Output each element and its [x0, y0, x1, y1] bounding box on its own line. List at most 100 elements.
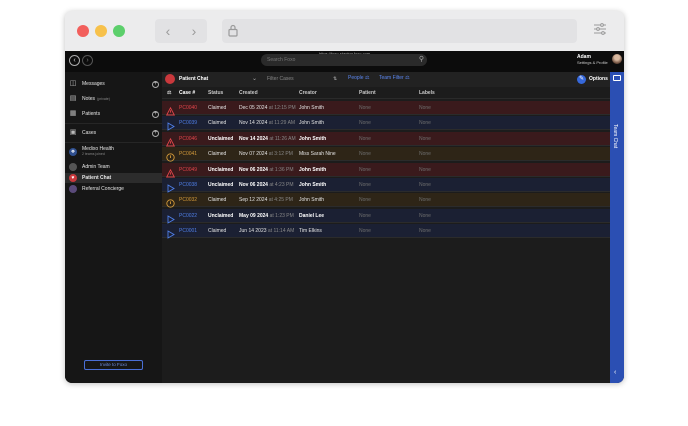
- case-creator: John Smith: [299, 166, 327, 173]
- created-date: Jun 14 2023: [239, 228, 267, 235]
- forward-arrow-icon[interactable]: ›: [181, 19, 207, 43]
- case-creator: John Smith: [299, 197, 325, 204]
- minimize-window-button[interactable]: [95, 25, 107, 37]
- case-patient: None: [359, 228, 371, 235]
- people-filter-button[interactable]: People ⚖: [348, 75, 369, 81]
- search-icon[interactable]: ⚲: [419, 56, 424, 64]
- case-number[interactable]: PC0038: [179, 182, 197, 188]
- case-labels: None: [419, 212, 431, 219]
- case-created: Jun 14 2023 at 11:14 AM: [239, 228, 294, 234]
- notes-icon: ▤: [69, 95, 77, 102]
- case-patient: None: [359, 166, 371, 173]
- team-referral-concierge[interactable]: Referral Concierge: [65, 184, 162, 194]
- column-case[interactable]: Case #: [179, 90, 195, 96]
- maximize-window-button[interactable]: [113, 25, 125, 37]
- table-row[interactable]: PC0022 Unclaimed May 09 2024 at 1:23 PM Dan…: [162, 208, 610, 224]
- back-button[interactable]: ‹: [69, 55, 80, 66]
- pencil-icon: ✎: [577, 75, 586, 84]
- column-patient[interactable]: Patient: [359, 90, 376, 96]
- case-creator: Daniel Lee: [299, 212, 325, 219]
- created-time: at 4:25 PM: [268, 197, 293, 204]
- created-time: at 4:23 PM: [269, 182, 294, 188]
- divider: [65, 142, 162, 143]
- case-patient: None: [359, 151, 371, 158]
- case-number[interactable]: PC0040: [179, 105, 197, 111]
- app-topbar: ‹ › https://foxo-staging.foxo.com Search…: [65, 51, 624, 72]
- patients-icon: ▦: [69, 110, 77, 117]
- sidebar-item-label: Patients: [82, 111, 101, 117]
- team-filter-label: Team Filter: [379, 75, 404, 81]
- chat-icon: [613, 75, 621, 81]
- back-arrow-icon[interactable]: ‹: [155, 19, 181, 43]
- expand-rail-icon[interactable]: ‹: [614, 369, 616, 376]
- filter-column-icon[interactable]: ⚖: [167, 90, 171, 96]
- case-patient: None: [359, 212, 371, 219]
- team-admin-team[interactable]: Admin Team: [65, 162, 162, 172]
- team-icon: [69, 185, 77, 193]
- workspace-medixo-health[interactable]: ❖ Medixo Health 2 teams joined: [65, 145, 162, 159]
- team-selector-label[interactable]: Patient Chat: [179, 76, 208, 82]
- team-chat-rail[interactable]: Team Chat ‹: [610, 72, 624, 383]
- table-row[interactable]: PC0032 Claimed Sep 12 2024 at 4:25 PM John …: [162, 193, 610, 209]
- add-patient-button[interactable]: +: [152, 110, 159, 118]
- team-filter-button[interactable]: Team Filter ⚖: [379, 75, 410, 81]
- case-creator: Tim Elkins: [299, 228, 322, 235]
- foxo-app: ‹ › https://foxo-staging.foxo.com Search…: [65, 51, 624, 383]
- created-date: Nov 06 2024: [239, 166, 268, 173]
- case-creator: Miss Sarah Nine: [299, 151, 336, 158]
- add-message-button[interactable]: +: [152, 80, 159, 88]
- sliders-menu-icon[interactable]: [593, 23, 607, 35]
- table-row[interactable]: PC0049 Unclaimed Nov 06 2024 at 1:36 PM Joh…: [162, 162, 610, 178]
- table-row[interactable]: PC0040 Claimed Dec 05 2024 at 12:15 PM John…: [162, 101, 610, 116]
- forward-button[interactable]: ›: [82, 55, 93, 66]
- sidebar-item-cases[interactable]: ▣ Cases +: [65, 127, 162, 139]
- sort-az-icon[interactable]: ⇅: [333, 76, 337, 82]
- team-label: Patient Chat: [82, 175, 112, 181]
- table-row[interactable]: PC0041 Claimed Nov 07 2024 at 3:12 PM Miss …: [162, 147, 610, 162]
- sidebar-item-label: Cases: [82, 130, 97, 136]
- sidebar-item-patients[interactable]: ▦ Patients +: [65, 108, 162, 120]
- user-settings-link[interactable]: Settings & Profile: [577, 60, 608, 65]
- case-number[interactable]: PC0041: [179, 151, 197, 157]
- case-number[interactable]: PC0022: [179, 213, 197, 219]
- column-labels[interactable]: Labels: [419, 90, 435, 96]
- table-row[interactable]: PC0001 Claimed Jun 14 2023 at 11:14 AM Tim …: [162, 224, 610, 239]
- avatar[interactable]: [612, 54, 622, 64]
- sidebar-item-label: Notes (private): [82, 96, 110, 102]
- table-row[interactable]: PC0038 Unclaimed Nov 06 2024 at 4:23 PM Joh…: [162, 178, 610, 193]
- chevron-down-icon[interactable]: ⌄: [252, 75, 257, 82]
- cases-panel: Patient Chat ⌄ Filter Cases ⇅ People ⚖ T…: [162, 72, 622, 383]
- case-labels: None: [419, 228, 431, 235]
- sidebar-item-messages[interactable]: ◫ Messages +: [65, 78, 162, 90]
- invite-button[interactable]: Invite to Foxo: [84, 360, 143, 370]
- column-created[interactable]: Created: [239, 90, 258, 96]
- table-row[interactable]: PC0039 Claimed Nov 14 2024 at 11:29 AM John…: [162, 116, 610, 132]
- address-bar[interactable]: [222, 19, 577, 43]
- created-date: May 09 2024: [239, 212, 269, 219]
- column-creator[interactable]: Creator: [299, 90, 317, 96]
- case-created: Sep 12 2024 at 4:25 PM: [239, 197, 293, 203]
- case-status: Claimed: [208, 228, 227, 235]
- case-number[interactable]: PC0039: [179, 120, 197, 126]
- add-case-button[interactable]: +: [152, 129, 159, 137]
- case-number[interactable]: PC0032: [179, 197, 197, 203]
- column-status[interactable]: Status: [208, 90, 223, 96]
- close-window-button[interactable]: [77, 25, 89, 37]
- table-row[interactable]: PC0046 Unclaimed Nov 14 2024 at 11:26 AM Jo…: [162, 131, 610, 147]
- search-input[interactable]: Search Foxo ⚲: [261, 54, 427, 66]
- case-number[interactable]: PC0046: [179, 136, 197, 142]
- team-patient-chat[interactable]: ♥ Patient Chat: [65, 173, 162, 183]
- case-patient: None: [359, 182, 371, 188]
- case-status: Unclaimed: [208, 182, 234, 188]
- case-creator: John Smith: [299, 182, 327, 188]
- case-number[interactable]: PC0001: [179, 228, 197, 234]
- case-status: Claimed: [208, 105, 227, 111]
- urgent-warning-icon: [165, 134, 176, 147]
- case-number[interactable]: PC0049: [179, 167, 197, 173]
- created-time: at 1:36 PM: [269, 166, 294, 173]
- sidebar: ◫ Messages + ▤ Notes (private) ▦ Patients…: [65, 72, 162, 383]
- filter-cases-input[interactable]: Filter Cases: [267, 76, 294, 82]
- created-time: at 3:12 PM: [268, 151, 293, 158]
- sidebar-item-notes[interactable]: ▤ Notes (private): [65, 93, 162, 105]
- created-time: at 11:26 AM: [269, 135, 296, 142]
